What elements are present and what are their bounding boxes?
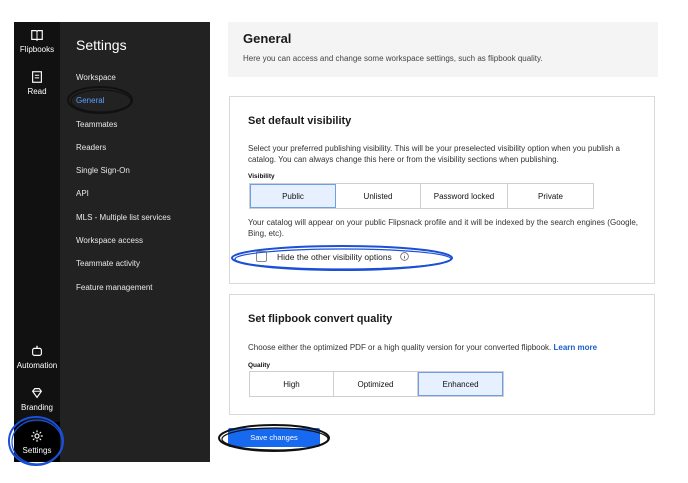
quality-card: Set flipbook convert quality Choose eith… [229,294,655,415]
learn-more-link[interactable]: Learn more [554,343,598,352]
visibility-option-public[interactable]: Public [250,184,336,208]
settings-nav: Workspace General Teammates Readers Sing… [76,73,171,306]
visibility-label: Visibility [248,173,275,180]
robot-icon [32,345,42,356]
sidebar-item-general[interactable]: General [76,96,171,119]
info-icon[interactable] [400,252,409,261]
hide-visibility-row: Hide the other visibility options [256,251,409,262]
quality-selector: High Optimized Enhanced [249,371,504,397]
visibility-selector: Public Unlisted Password locked Private [249,183,594,209]
icon-rail: Flipbooks Read Automation Branding Setti… [14,22,60,462]
visibility-card: Set default visibility Select your prefe… [229,96,655,284]
quality-title: Set flipbook convert quality [248,313,393,325]
page-header: General Here you can access and change s… [228,22,658,77]
rail-label: Read [27,87,47,96]
quality-description: Choose either the optimized PDF or a hig… [248,343,552,352]
visibility-note: Your catalog will appear on your public … [248,218,638,238]
quality-option-high[interactable]: High [250,372,334,396]
sidebar-item-workspace-access[interactable]: Workspace access [76,236,171,259]
sidebar-item-api[interactable]: API [76,189,171,212]
rail-item-read[interactable]: Read [14,70,60,96]
rail-item-automation[interactable]: Automation [14,344,60,370]
sidebar-title: Settings [76,37,127,53]
rail-label: Settings [22,446,52,455]
sidebar-item-feature-management[interactable]: Feature management [76,283,171,306]
settings-sidebar: Settings Workspace General Teammates Rea… [60,22,210,462]
visibility-option-unlisted[interactable]: Unlisted [336,184,421,208]
rail-label: Flipbooks [19,45,55,54]
book-icon [31,30,43,42]
page-subtitle: Here you can access and change some work… [243,54,543,63]
document-icon [32,71,42,83]
rail-item-branding[interactable]: Branding [14,386,60,412]
visibility-option-private[interactable]: Private [508,184,593,208]
rail-label: Automation [16,361,58,370]
save-changes-button[interactable]: Save changes [228,428,320,447]
rail-label: Branding [20,403,54,412]
quality-option-enhanced[interactable]: Enhanced [418,372,503,396]
sidebar-item-teammates[interactable]: Teammates [76,120,171,143]
visibility-title: Set default visibility [248,115,352,127]
sidebar-item-mls[interactable]: MLS - Multiple list services [76,213,171,236]
gear-icon [31,430,43,442]
quality-label: Quality [248,362,271,369]
visibility-option-password-locked[interactable]: Password locked [421,184,508,208]
sidebar-item-single-sign-on[interactable]: Single Sign-On [76,166,171,189]
rail-item-settings[interactable]: Settings [14,422,60,462]
quality-option-optimized[interactable]: Optimized [334,372,418,396]
sidebar-item-readers[interactable]: Readers [76,143,171,166]
diamond-icon [31,388,43,399]
main-content: General Here you can access and change s… [210,22,676,462]
hide-visibility-label: Hide the other visibility options [277,251,392,262]
visibility-description: Select your preferred publishing visibil… [248,144,620,164]
hide-visibility-checkbox[interactable] [256,251,267,262]
sidebar-item-teammate-activity[interactable]: Teammate activity [76,259,171,282]
sidebar-item-workspace[interactable]: Workspace [76,73,171,96]
rail-item-flipbooks[interactable]: Flipbooks [14,28,60,54]
quality-description-row: Choose either the optimized PDF or a hig… [248,342,597,353]
page-title: General [243,31,292,46]
